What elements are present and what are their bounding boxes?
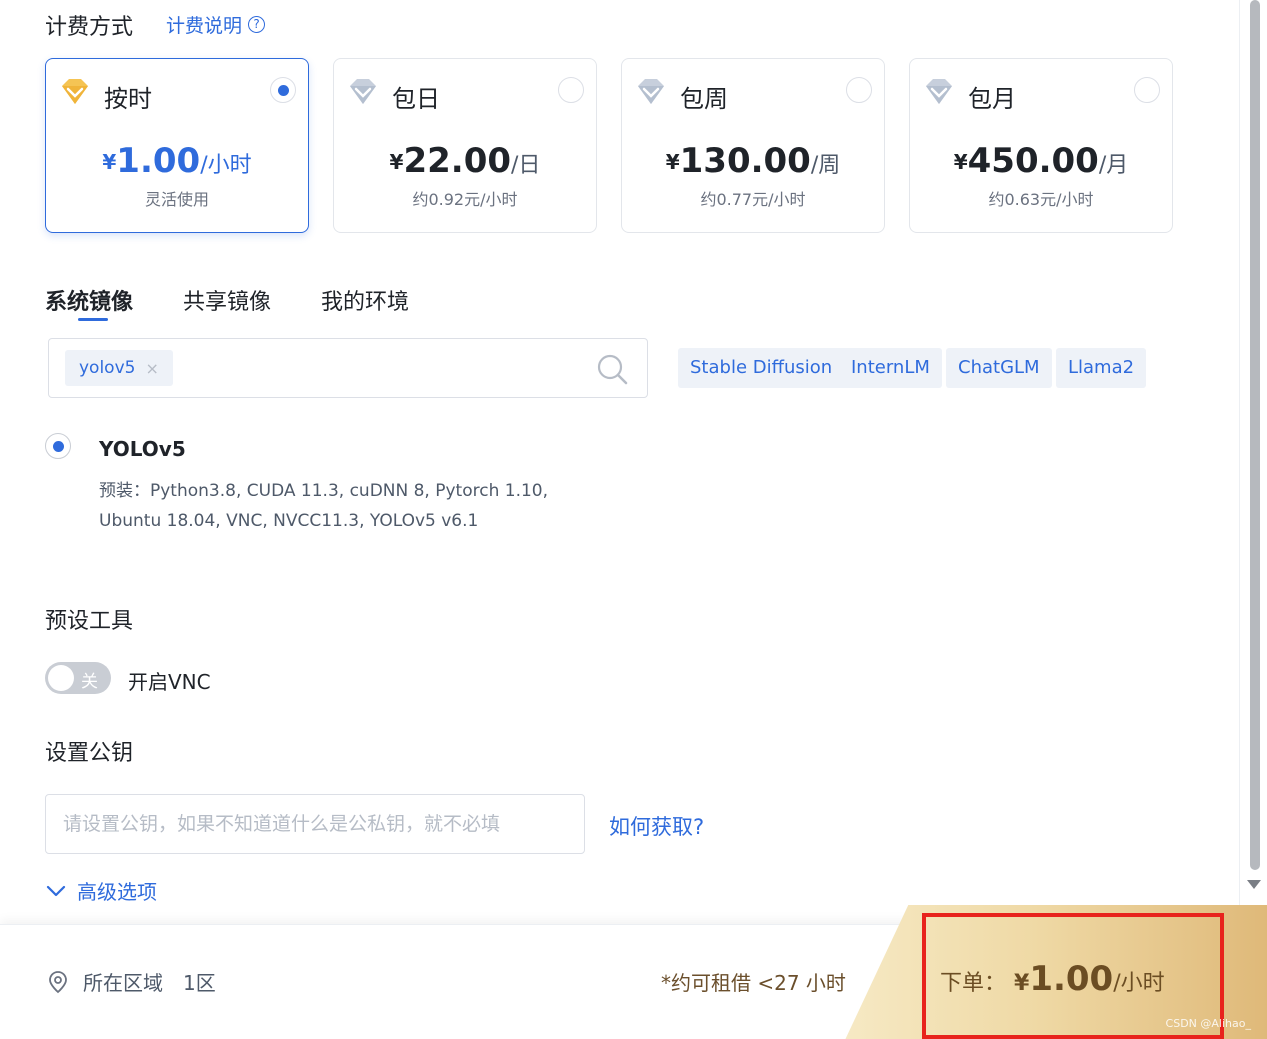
image-search-input[interactable]: yolov5 × xyxy=(48,338,648,398)
plan-price: ¥22.00/日 xyxy=(334,141,596,181)
plan-currency: ¥ xyxy=(102,150,117,174)
image-radio-yolov5[interactable] xyxy=(45,433,71,459)
tab-my-environment[interactable]: 我的环境 xyxy=(321,284,409,316)
tab-shared-image[interactable]: 共享镜像 xyxy=(183,284,271,316)
plan-card-weekly[interactable]: 包周 ¥130.00/周 约0.77元/小时 xyxy=(621,58,885,233)
quick-tag-stable-diffusion[interactable]: Stable Diffusion xyxy=(678,348,845,388)
plan-currency: ¥ xyxy=(953,150,968,174)
plan-name: 包月 xyxy=(968,85,1016,113)
plan-amount: 130.00 xyxy=(679,141,811,181)
silver-diamond-icon xyxy=(350,79,376,104)
close-icon[interactable]: × xyxy=(145,359,158,378)
billing-help-link[interactable]: 计费说明 ? xyxy=(166,11,266,38)
plan-unit: /月 xyxy=(1098,153,1129,178)
toggle-knob xyxy=(48,665,74,691)
plan-subtitle: 约0.63元/小时 xyxy=(988,190,1094,209)
advanced-options-label: 高级选项 xyxy=(77,880,157,904)
question-circle-icon[interactable]: ? xyxy=(248,16,266,33)
toggle-state-text: 关 xyxy=(81,672,98,692)
plan-radio[interactable] xyxy=(846,77,872,103)
tools-title: 预设工具 xyxy=(45,609,134,634)
plan-card-monthly[interactable]: 包月 ¥450.00/月 约0.63元/小时 xyxy=(909,58,1173,233)
search-icon[interactable] xyxy=(595,352,629,386)
plan-amount: 22.00 xyxy=(403,141,512,181)
location-pin-icon xyxy=(49,971,67,994)
plan-radio[interactable] xyxy=(558,77,584,103)
rent-duration-note: *约可租借 <27 小时 xyxy=(661,971,846,995)
quick-tag-chatglm[interactable]: ChatGLM xyxy=(946,348,1052,388)
active-tab-indicator xyxy=(78,318,108,321)
plan-name: 包日 xyxy=(392,85,440,113)
billing-help-label[interactable]: 计费说明 xyxy=(166,11,242,38)
plan-radio[interactable] xyxy=(270,77,296,103)
silver-diamond-icon xyxy=(638,79,664,104)
plan-unit: /日 xyxy=(511,153,541,178)
plan-unit: /小时 xyxy=(200,153,252,178)
plan-card-daily[interactable]: 包日 ¥22.00/日 约0.92元/小时 xyxy=(333,58,597,233)
plan-currency: ¥ xyxy=(389,150,404,174)
order-currency: ¥ xyxy=(1014,971,1030,996)
plan-subtitle: 约0.92元/小时 xyxy=(412,190,518,209)
order-button-label[interactable]: 下单： ¥1.00/小时 xyxy=(940,959,1165,999)
advanced-options-toggle[interactable]: 高级选项 xyxy=(45,876,157,905)
vnc-toggle[interactable]: 关 xyxy=(45,662,111,694)
image-name: YOLOv5 xyxy=(99,437,186,461)
plan-amount: 1.00 xyxy=(116,141,201,181)
order-label: 下单： xyxy=(940,971,1007,996)
gold-diamond-icon xyxy=(62,79,88,104)
tab-system-image[interactable]: 系统镜像 xyxy=(45,284,133,316)
order-footer: 所在区域 1区 *约可租借 <27 小时 下单： ¥1.00/小时 CSDN @A… xyxy=(0,905,1267,1039)
plan-subtitle: 灵活使用 xyxy=(144,190,209,209)
image-description: 预装：Python3.8, CUDA 11.3, cuDNN 8, Pytorc… xyxy=(99,476,579,536)
public-key-title: 设置公钥 xyxy=(45,741,134,766)
vnc-label: 开启VNC xyxy=(128,670,211,694)
watermark: CSDN @Alihao_ xyxy=(1165,1017,1251,1030)
silver-diamond-icon xyxy=(926,79,952,104)
region-label: 所在区域 xyxy=(83,971,163,995)
plan-amount: 450.00 xyxy=(967,141,1099,181)
quick-tag-llama2[interactable]: Llama2 xyxy=(1056,348,1147,388)
how-to-get-link[interactable]: 如何获取? xyxy=(609,811,704,841)
vertical-scrollbar[interactable] xyxy=(1239,0,1267,905)
search-filter-tag: yolov5 × xyxy=(65,350,173,386)
region-value: 1区 xyxy=(183,971,216,995)
plan-unit: /周 xyxy=(810,153,841,178)
order-unit: /小时 xyxy=(1113,971,1165,996)
plan-subtitle: 约0.77元/小时 xyxy=(700,190,806,209)
image-description-line: 预装：Python3.8, CUDA 11.3, cuDNN 8, Pytorc… xyxy=(99,481,549,501)
plan-name: 包周 xyxy=(680,85,728,113)
public-key-input[interactable] xyxy=(45,794,585,854)
plan-price: ¥450.00/月 xyxy=(910,141,1172,181)
order-amount: 1.00 xyxy=(1029,959,1114,999)
plan-name: 按时 xyxy=(104,85,152,113)
plan-card-hourly[interactable]: 按时 ¥1.00/小时 灵活使用 xyxy=(45,58,309,233)
scroll-down-arrow-icon[interactable] xyxy=(1247,880,1261,889)
search-tag-label: yolov5 xyxy=(79,358,136,378)
quick-tag-internlm[interactable]: InternLM xyxy=(839,348,942,388)
scrollbar-thumb[interactable] xyxy=(1250,0,1260,870)
image-description-line: Ubuntu 18.04, VNC, NVCC11.3, YOLOv5 v6.1 xyxy=(99,511,479,531)
chevron-down-icon xyxy=(46,885,66,896)
plan-price: ¥130.00/周 xyxy=(622,141,884,181)
plan-radio[interactable] xyxy=(1134,77,1160,103)
plan-currency: ¥ xyxy=(665,150,680,174)
billing-title: 计费方式 xyxy=(45,15,134,40)
plan-price: ¥1.00/小时 xyxy=(46,141,308,181)
